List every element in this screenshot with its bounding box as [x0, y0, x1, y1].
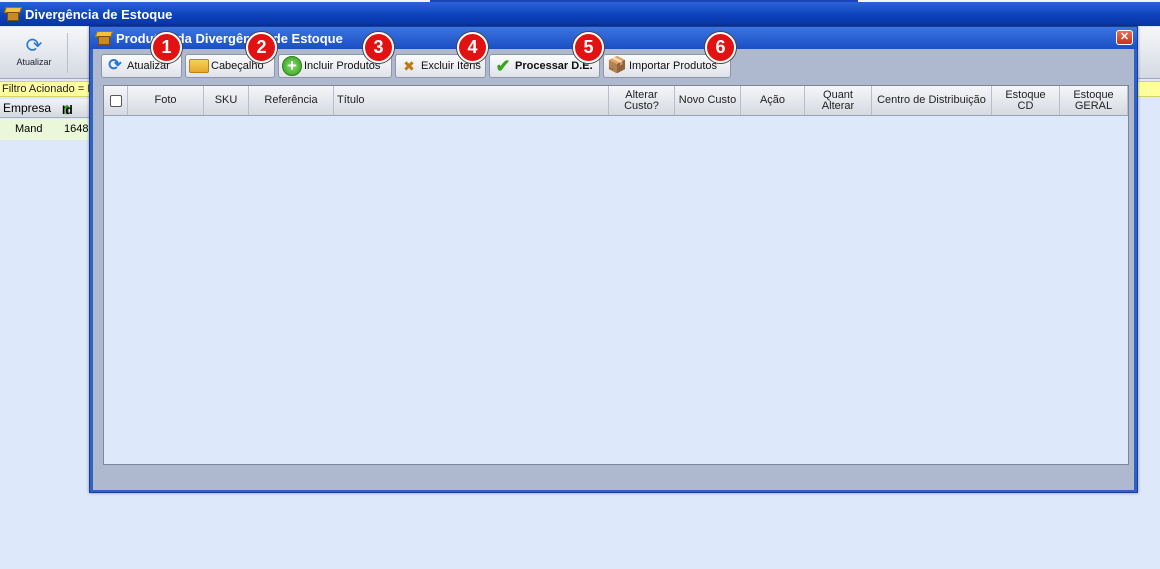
box-icon: [3, 7, 23, 21]
main-window-title: Divergência de Estoque: [25, 6, 173, 22]
close-button[interactable]: ✕: [1116, 30, 1133, 45]
grid-header: Foto SKU Referência Título Alterar Custo…: [104, 86, 1128, 116]
col-novo-custo[interactable]: Novo Custo: [675, 86, 741, 115]
col-centro-distribuicao[interactable]: Centro de Distribuição: [872, 86, 992, 115]
cell-empresa: Mand: [15, 123, 43, 135]
refresh-icon: ⟳: [108, 57, 122, 74]
include-products-label: Incluir Produtos: [304, 60, 381, 72]
folder-icon: [189, 59, 209, 73]
col-id-label: Id: [62, 103, 73, 117]
select-all-checkbox[interactable]: [109, 94, 122, 107]
delete-items-icon: ✖: [403, 58, 415, 74]
callout-badge: 2: [246, 32, 277, 63]
col-referencia[interactable]: Referência: [249, 86, 334, 115]
dialog-body: ⟳ Atualizar Cabeçalho + Incluir Produtos…: [93, 49, 1134, 490]
callout-badge: 4: [457, 32, 488, 63]
col-foto[interactable]: Foto: [128, 86, 204, 115]
select-all-cell: [104, 86, 128, 115]
callout-badge: 3: [363, 32, 394, 63]
main-window-title-bar: Divergência de Estoque: [0, 2, 1160, 26]
cell-id: 1648: [64, 123, 89, 135]
col-sku[interactable]: SKU: [204, 86, 249, 115]
callout-badge: 6: [705, 32, 736, 63]
check-icon: ✔: [495, 56, 511, 76]
col-titulo[interactable]: Título: [334, 86, 609, 115]
toolbar-separator: [67, 33, 68, 73]
import-products-label: Importar Produtos: [629, 60, 718, 72]
main-refresh-button[interactable]: ⟳ Atualizar: [8, 35, 60, 67]
main-refresh-label: Atualizar: [16, 57, 52, 67]
plus-icon: +: [282, 56, 302, 76]
col-estoque-cd[interactable]: Estoque CD: [992, 86, 1060, 115]
col-acao[interactable]: Ação: [741, 86, 805, 115]
products-grid: Foto SKU Referência Título Alterar Custo…: [103, 85, 1129, 465]
process-de-label: Processar D.E.: [515, 60, 593, 72]
dialog-title: Produtos da Divergência de Estoque: [116, 30, 343, 46]
col-quant-alterar[interactable]: Quant Alterar: [805, 86, 872, 115]
refresh-icon: ⟳: [25, 35, 43, 57]
import-box-icon: 📦: [607, 57, 627, 74]
callout-badge: 5: [573, 32, 604, 63]
callout-badge: 1: [151, 32, 182, 63]
box-icon: [94, 31, 114, 45]
col-estoque-geral[interactable]: Estoque GERAL: [1060, 86, 1128, 115]
col-empresa[interactable]: Empresa: [3, 101, 51, 115]
col-alterar-custo[interactable]: Alterar Custo?: [609, 86, 675, 115]
background-grid-header: Empresa ⬆ Id: [0, 99, 92, 118]
table-row[interactable]: Mand 1648: [0, 119, 92, 140]
products-dialog: Produtos da Divergência de Estoque ✕ ⟳ A…: [89, 26, 1138, 493]
